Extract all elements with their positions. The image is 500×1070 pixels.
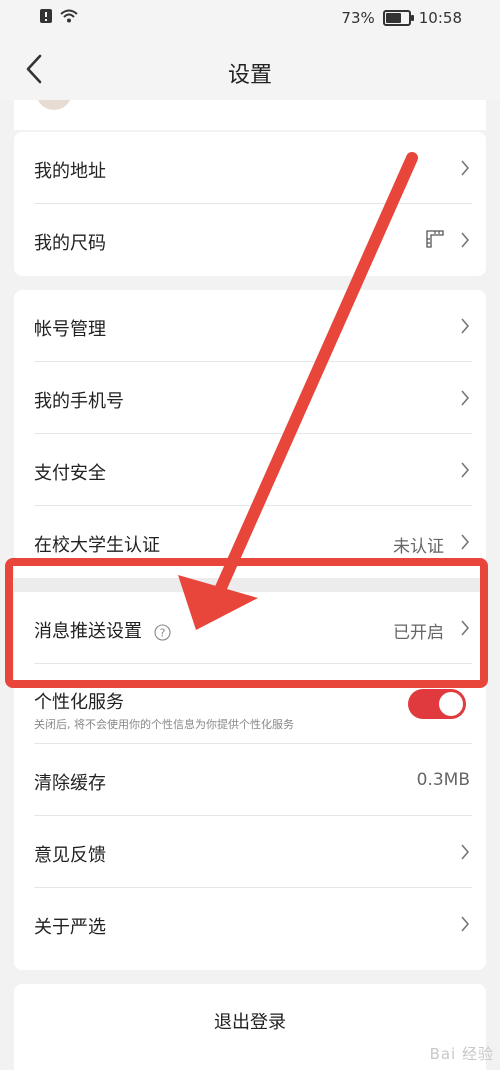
menu-item-label-wrap: 消息推送设置 ? [34,617,171,643]
address-size-card: 我的地址 我的尺码 [14,132,486,276]
cache-size: 0.3MB [416,770,470,790]
logout-button[interactable]: 退出登录 [14,1008,486,1034]
menu-item-size[interactable]: 我的尺码 [14,204,486,276]
menu-item-label: 我的地址 [34,161,106,182]
status-bar: 73% 10:58 [0,0,500,38]
logout-card[interactable]: 退出登录 [14,984,486,1070]
personalization-description: 关闭后, 将不会使用你的个性信息为你提供个性化服务 [34,718,294,731]
avatar [36,100,72,110]
menu-item-label: 帐号管理 [34,319,106,340]
push-status: 已开启 [393,623,444,643]
menu-item-label: 清除缓存 [34,773,106,794]
menu-item-address[interactable]: 我的地址 [14,132,486,204]
chevron-right-icon [461,318,470,334]
help-icon[interactable]: ? [154,623,171,641]
menu-item-push-notifications[interactable]: 消息推送设置 ? 已开启 [14,592,486,664]
battery-icon [382,10,414,26]
battery-percent: 73% [341,9,375,27]
page-title: 设置 [227,63,272,88]
menu-item-about[interactable]: 关于严选 [14,888,486,960]
profile-row-partial[interactable] [14,100,486,130]
personalization-toggle[interactable] [408,689,466,719]
menu-item-label: 消息推送设置 [34,621,142,642]
clock: 10:58 [418,9,462,27]
section-divider [14,578,486,592]
verification-status: 未认证 [393,537,444,557]
menu-item-label: 关于严选 [34,917,106,938]
wifi-icon [60,9,78,23]
svg-text:?: ? [159,626,165,639]
chevron-right-icon [461,844,470,860]
menu-item-account[interactable]: 帐号管理 [14,290,486,362]
chevron-right-icon [461,390,470,406]
chevron-right-icon [461,534,470,550]
menu-item-phone[interactable]: 我的手机号 [14,362,486,434]
watermark: Bai 经验 [429,1045,494,1063]
chevron-right-icon [461,160,470,176]
alert-icon [40,9,52,23]
menu-item-feedback[interactable]: 意见反馈 [14,816,486,888]
menu-item-label: 支付安全 [34,463,106,484]
top-bar: 设置 [0,38,500,100]
toggle-knob [439,692,463,716]
chevron-right-icon [461,462,470,478]
menu-item-student-verification[interactable]: 在校大学生认证 未认证 [14,506,486,578]
menu-item-label: 意见反馈 [34,845,106,866]
menu-item-label: 在校大学生认证 [34,535,160,556]
chevron-right-icon [461,232,470,248]
menu-item-clear-cache[interactable]: 清除缓存 0.3MB [14,744,486,816]
chevron-right-icon [461,620,470,636]
account-settings-card: 帐号管理 我的手机号 支付安全 在校大学生认证 未认证 消息推送设置 ? 已开启… [14,290,486,970]
ruler-icon [426,230,444,248]
menu-item-payment-security[interactable]: 支付安全 [14,434,486,506]
menu-item-label: 我的手机号 [34,391,124,412]
chevron-right-icon [461,916,470,932]
menu-item-personalization: 个性化服务 关闭后, 将不会使用你的个性信息为你提供个性化服务 [14,664,486,744]
menu-item-label: 个性化服务 [34,692,124,713]
menu-item-label: 我的尺码 [34,233,106,254]
